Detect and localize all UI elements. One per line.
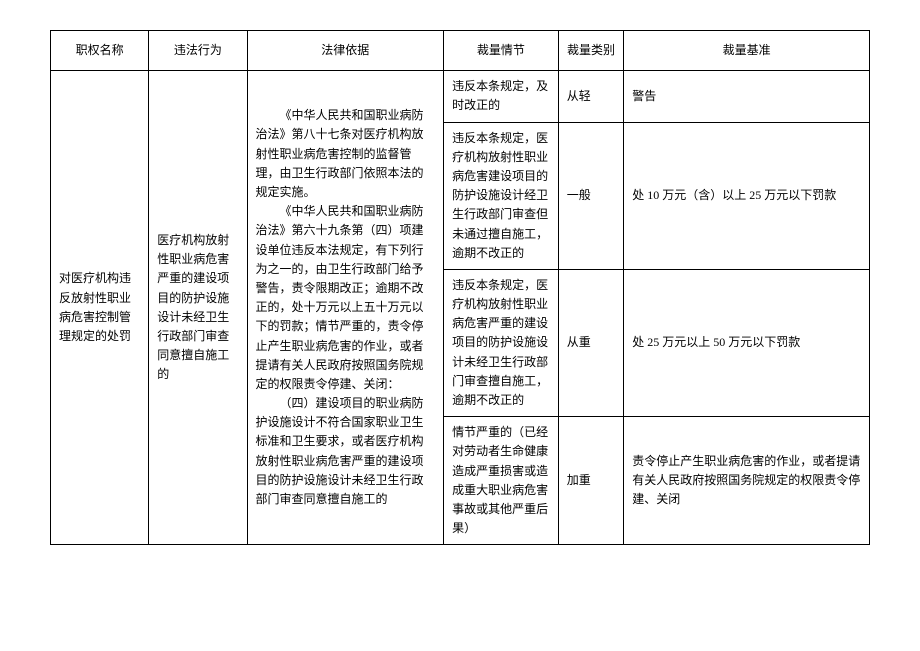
standard-cell: 处 10 万元（含）以上 25 万元以下罚款 [624,122,870,269]
header-standard: 裁量基准 [624,31,870,71]
circumstance-cell: 违反本条规定，医疗机构放射性职业病危害建设项目的防护设施设计经卫生行政部门审查但… [444,122,559,269]
circumstance-cell: 违反本条规定，及时改正的 [444,71,559,122]
legal-basis-cell: 《中华人民共和国职业病防治法》第八十七条对医疗机构放射性职业病危害控制的监督管理… [247,71,444,545]
discretion-table: 职权名称 违法行为 法律依据 裁量情节 裁量类别 裁量基准 对医疗机构违反放射性… [50,30,870,545]
header-authority: 职权名称 [51,31,149,71]
legal-basis-p3: （四）建设项目的职业病防护设施设计不符合国家职业卫生标准和卫生要求，或者医疗机构… [256,394,436,509]
circumstance-cell: 违反本条规定，医疗机构放射性职业病危害严重的建设项目的防护设施设计未经卫生行政部… [444,269,559,416]
circumstance-cell: 情节严重的（已经对劳动者生命健康造成严重损害或造成重大职业病危害事故或其他严重后… [444,417,559,545]
category-cell: 从轻 [558,71,624,122]
table-row: 对医疗机构违反放射性职业病危害控制管理规定的处罚 医疗机构放射性职业病危害严重的… [51,71,870,122]
header-circumstance: 裁量情节 [444,31,559,71]
header-legal-basis: 法律依据 [247,31,444,71]
standard-cell: 责令停止产生职业病危害的作业，或者提请有关人民政府按照国务院规定的权限责令停建、… [624,417,870,545]
legal-basis-p1: 《中华人民共和国职业病防治法》第八十七条对医疗机构放射性职业病危害控制的监督管理… [256,106,436,202]
standard-cell: 警告 [624,71,870,122]
standard-cell: 处 25 万元以上 50 万元以下罚款 [624,269,870,416]
header-illegal-act: 违法行为 [149,31,247,71]
category-cell: 一般 [558,122,624,269]
authority-cell: 对医疗机构违反放射性职业病危害控制管理规定的处罚 [51,71,149,545]
category-cell: 加重 [558,417,624,545]
header-row: 职权名称 违法行为 法律依据 裁量情节 裁量类别 裁量基准 [51,31,870,71]
illegal-act-cell: 医疗机构放射性职业病危害严重的建设项目的防护设施设计未经卫生行政部门审查同意擅自… [149,71,247,545]
legal-basis-p2: 《中华人民共和国职业病防治法》第六十九条第（四）项建设单位违反本法规定，有下列行… [256,202,436,394]
category-cell: 从重 [558,269,624,416]
header-category: 裁量类别 [558,31,624,71]
